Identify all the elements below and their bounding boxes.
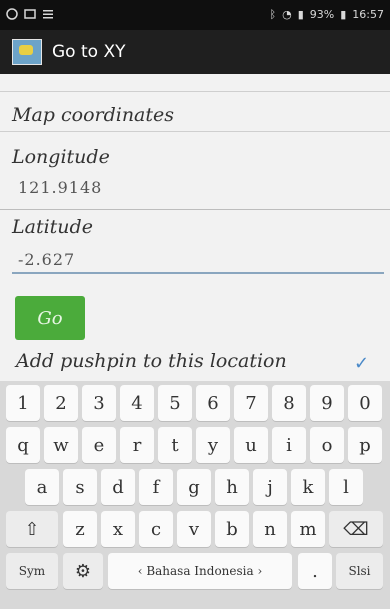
key-f[interactable]: f [139,469,173,505]
key-s[interactable]: s [63,469,97,505]
key-t[interactable]: t [158,427,192,463]
longitude-input[interactable]: 121.9148 [18,178,102,197]
wifi-icon: ◔ [282,8,292,21]
key-v[interactable]: v [177,511,211,547]
settings-gear-key[interactable]: ⚙ [63,553,103,589]
key-e[interactable]: e [82,427,116,463]
key-r[interactable]: r [120,427,154,463]
key-i[interactable]: i [272,427,306,463]
key-x[interactable]: x [101,511,135,547]
key-q[interactable]: q [6,427,40,463]
key-g[interactable]: g [177,469,211,505]
key-0[interactable]: 0 [348,385,382,421]
key-p[interactable]: p [348,427,382,463]
sym-key[interactable]: Sym [6,553,58,589]
space-key[interactable]: ‹ Bahasa Indonesia › [108,553,292,589]
key-9[interactable]: 9 [310,385,344,421]
content-area: Map coordinates Longitude 121.9148 Latit… [0,74,390,343]
status-bar: ᛒ ◔ ▮ 93% ▮ 16:57 [0,0,390,30]
key-c[interactable]: c [139,511,173,547]
key-b[interactable]: b [215,511,249,547]
key-7[interactable]: 7 [234,385,268,421]
key-n[interactable]: n [253,511,287,547]
shift-key[interactable]: ⇧ [6,511,58,547]
period-key[interactable]: . [298,553,332,589]
key-h[interactable]: h [215,469,249,505]
section-title: Map coordinates [12,104,175,126]
battery-icon: ▮ [340,8,347,21]
key-y[interactable]: y [196,427,230,463]
key-j[interactable]: j [253,469,287,505]
image-icon [24,9,36,19]
keyboard: 1 2 3 4 5 6 7 8 9 0 q w e r t y u i o p … [0,381,390,609]
menu-icon [43,10,53,19]
bluetooth-icon: ᛒ [269,8,277,21]
key-8[interactable]: 8 [272,385,306,421]
backspace-key[interactable]: ⌫ [329,511,383,547]
key-w[interactable]: w [44,427,78,463]
latitude-input[interactable]: -2.627 [18,250,75,269]
section-divider [0,131,390,132]
key-4[interactable]: 4 [120,385,154,421]
add-pushpin-row[interactable]: Add pushpin to this location ✓ [0,343,390,381]
next-key[interactable]: Slsi [336,553,383,589]
app-bar: Go to XY [0,30,390,74]
app-title: Go to XY [52,42,126,62]
status-left-icons [6,8,54,20]
longitude-divider [0,209,390,210]
key-1[interactable]: 1 [6,385,40,421]
key-6[interactable]: 6 [196,385,230,421]
status-right: ᛒ ◔ ▮ 93% ▮ 16:57 [270,8,385,21]
key-z[interactable]: z [63,511,97,547]
key-o[interactable]: o [310,427,344,463]
battery-percent: 93% [309,8,335,21]
add-pushpin-label: Add pushpin to this location [16,350,287,372]
longitude-label: Longitude [12,146,110,168]
key-3[interactable]: 3 [82,385,116,421]
latitude-underline [12,272,384,274]
top-divider [0,91,390,92]
go-button[interactable]: Go [15,296,85,340]
key-m[interactable]: m [291,511,325,547]
latitude-label: Latitude [12,216,93,238]
key-d[interactable]: d [101,469,135,505]
time-text: 16:57 [352,8,384,21]
signal-icon: ▮ [297,8,304,21]
key-k[interactable]: k [291,469,325,505]
chat-icon [6,8,18,20]
app-logo-icon [12,39,42,65]
key-2[interactable]: 2 [44,385,78,421]
key-a[interactable]: a [25,469,59,505]
checkmark-icon[interactable]: ✓ [354,353,372,374]
cutoff-text [10,74,380,84]
key-u[interactable]: u [234,427,268,463]
key-5[interactable]: 5 [158,385,192,421]
key-l[interactable]: l [329,469,363,505]
